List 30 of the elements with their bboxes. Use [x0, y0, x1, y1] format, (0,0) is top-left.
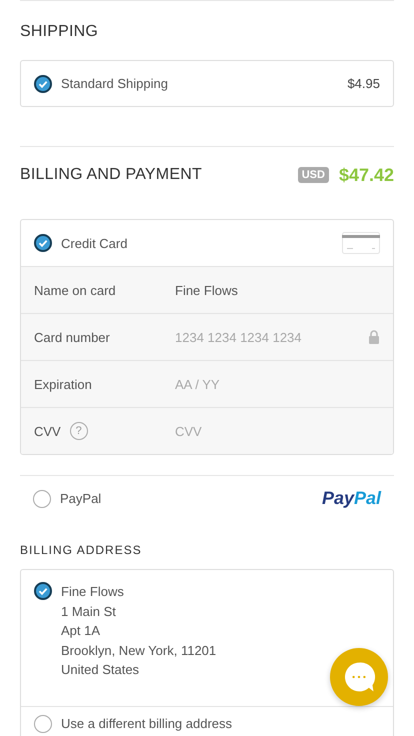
field-label: CVV [34, 424, 61, 438]
radio-button[interactable] [33, 490, 51, 508]
card-input-field[interactable]: CVV [175, 422, 365, 440]
shipping-option-label: Standard Shipping [61, 76, 168, 91]
address-line: 1 Main St [61, 602, 117, 620]
payment-method-label: PayPal [60, 491, 102, 506]
currency-badge: USD [298, 167, 329, 183]
section-title: SHIPPING [20, 23, 100, 41]
field-label: Expiration [34, 376, 92, 392]
card-input-field[interactable]: Fine Flows [175, 280, 365, 300]
section-title: BILLING ADDRESS [20, 543, 143, 557]
address-line: United States [61, 661, 140, 679]
address-line: Apt 1A [61, 622, 102, 640]
order-total: $47.42 [338, 164, 394, 186]
field-label: Name on card [34, 282, 116, 298]
address-line: Fine Flows [61, 583, 125, 601]
card-input-field[interactable]: AA / YY [175, 374, 365, 394]
radio-button[interactable] [34, 582, 52, 600]
shipping-price: $4.95 [347, 76, 380, 91]
radio-button[interactable] [34, 74, 52, 92]
payment-method-label: Credit Card [61, 236, 128, 250]
radio-button[interactable] [34, 234, 52, 252]
address-line: Brooklyn, New York, 11201 [61, 642, 216, 660]
address-option-label: Use a different billing address [61, 716, 232, 731]
radio-button[interactable] [34, 714, 52, 732]
card-input-field[interactable]: 1234 1234 1234 1234 [175, 328, 365, 346]
paypal-logo: PayPal [322, 488, 381, 509]
credit-card-icon [342, 232, 380, 254]
field-label: Card number [34, 330, 110, 344]
section-title: BILLING AND PAYMENT [20, 166, 203, 184]
